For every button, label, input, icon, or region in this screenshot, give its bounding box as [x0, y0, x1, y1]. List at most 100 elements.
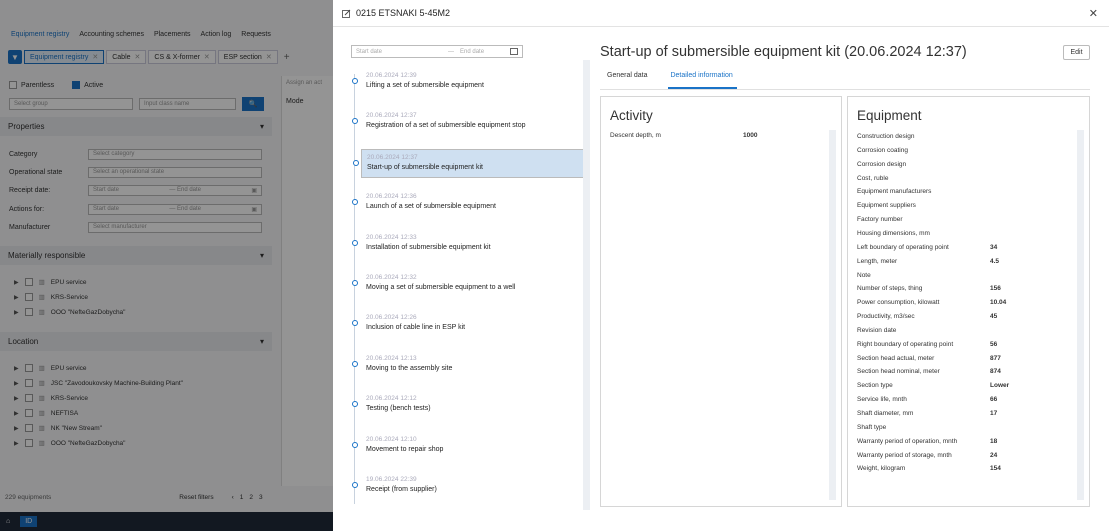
- equipment-label: Note: [857, 271, 871, 279]
- equipment-card: Equipment Construction design Corrosion c…: [847, 96, 1090, 507]
- equipment-row: Revision date: [857, 327, 896, 334]
- equipment-label: Section head nominal, meter: [857, 368, 940, 376]
- equipment-row: Shaft diameter, mm 17: [857, 410, 997, 417]
- close-icon[interactable]: ✕: [1089, 7, 1098, 20]
- calendar-icon[interactable]: [510, 48, 518, 55]
- equipment-row: Housing dimensions, mm: [857, 230, 930, 237]
- equipment-label: Section head actual, meter: [857, 354, 935, 362]
- event-name: Registration of a set of submersible equ…: [366, 122, 526, 130]
- event-name: Start-up of submersible equipment kit: [367, 163, 483, 171]
- equipment-row: Section head nominal, meter 874: [857, 368, 1001, 376]
- equipment-label: Power consumption, kilowatt: [857, 299, 940, 307]
- event-date: 20.06.2024 12:33: [366, 233, 417, 241]
- event-date: 20.06.2024 12:36: [366, 193, 417, 201]
- equipment-row: Left boundary of operating point 34: [857, 243, 997, 251]
- equipment-scrollbar[interactable]: [1077, 130, 1084, 500]
- timeline-dot: [352, 280, 358, 286]
- event-name: Moving to the assembly site: [366, 364, 453, 372]
- event-date: 20.06.2024 12:39: [366, 72, 417, 79]
- timeline-dot: [352, 360, 358, 367]
- equipment-label: Corrosion design: [857, 160, 907, 168]
- equipment-row: Equipment suppliers: [857, 202, 916, 209]
- event-name: Moving a set of submersible equipment to…: [366, 284, 516, 291]
- equipment-value: 877: [990, 354, 1001, 362]
- event-name: Launch of a set of submersible equipment: [366, 203, 496, 211]
- activity-row: Descent depth, m 1000: [610, 132, 757, 139]
- equipment-label: Service life, mnth: [857, 396, 907, 404]
- equipment-row: Weight, kilogram 154: [857, 465, 1001, 473]
- event-date: 20.06.2024 12:37: [367, 153, 418, 161]
- start-date-field[interactable]: Start date: [356, 49, 382, 55]
- timeline-scrollbar[interactable]: [583, 60, 590, 510]
- detail-tab[interactable]: General data: [607, 72, 647, 89]
- timeline-event[interactable]: 20.06.2024 12:37 Start-up of submersible …: [353, 148, 585, 178]
- event-name: Installation of submersible equipment ki…: [366, 243, 491, 251]
- equipment-value: 45: [990, 313, 998, 321]
- equipment-value: Lower: [990, 382, 1010, 390]
- equipment-label: Weight, kilogram: [857, 465, 906, 473]
- detail-tabs: General data Detailed information: [607, 72, 737, 89]
- timeline-event[interactable]: 20.06.2024 12:37 Registration of a set of…: [350, 108, 585, 137]
- equipment-label: Equipment suppliers: [857, 202, 916, 210]
- equipment-label: Equipment manufacturers: [857, 188, 932, 196]
- timeline-event[interactable]: 20.06.2024 12:32 Moving a set of submersi…: [350, 270, 585, 299]
- equipment-label: Warranty period of storage, mnth: [857, 451, 952, 459]
- timeline-dot: [352, 320, 358, 327]
- event-date: 20.06.2024 12:26: [366, 314, 417, 322]
- activity-scrollbar[interactable]: [829, 130, 836, 500]
- equipment-label: Left boundary of operating point: [857, 243, 949, 251]
- equipment-history-modal: 0215 ETSNAKI 5-45M2 ✕ Start date — End d…: [333, 0, 1109, 531]
- equipment-label: Housing dimensions, mm: [857, 229, 930, 237]
- event-date: 20.06.2024 12:32: [366, 274, 417, 281]
- event-name: Lifting a set of submersible equipment: [366, 82, 484, 89]
- timeline-event[interactable]: 20.06.2024 12:26 Inclusion of cable line …: [350, 310, 585, 339]
- timeline-event[interactable]: 20.06.2024 12:36 Launch of a set of subme…: [350, 189, 585, 218]
- timeline-dot: [352, 441, 358, 448]
- equipment-label: Revision date: [857, 326, 897, 334]
- equipment-value: 156: [990, 285, 1001, 293]
- event-name: Receipt (from supplier): [366, 486, 437, 493]
- equipment-row: Note: [857, 272, 871, 279]
- event-date: 19.06.2024 22:39: [366, 476, 417, 483]
- timeline-event[interactable]: 19.06.2024 22:39 Receipt (from supplier): [350, 472, 585, 501]
- equipment-title: Equipment: [857, 108, 922, 123]
- timeline-event[interactable]: 20.06.2024 12:39 Lifting a set of submers…: [350, 68, 585, 97]
- timeline-dot: [352, 239, 358, 246]
- equipment-label: Factory number: [857, 216, 903, 224]
- equipment-value: 4.5: [990, 257, 1000, 265]
- timeline-event[interactable]: 20.06.2024 12:13 Moving to the assembly s…: [350, 351, 585, 380]
- event-date: 20.06.2024 12:13: [366, 354, 417, 362]
- equipment-row: Construction design: [857, 133, 914, 140]
- tab-divider: [600, 89, 1090, 90]
- equipment-value: 154: [990, 465, 1001, 473]
- timeline-event[interactable]: 20.06.2024 12:12 Testing (bench tests): [350, 391, 585, 420]
- activity-label: Descent depth, m: [610, 132, 661, 139]
- edit-button[interactable]: Edit: [1063, 45, 1090, 60]
- timeline-dot: [352, 482, 358, 488]
- detail-tab[interactable]: Detailed information: [668, 72, 737, 89]
- equipment-value: 34: [990, 243, 998, 251]
- timeline-event[interactable]: 20.06.2024 12:33 Installation of submersi…: [350, 230, 585, 259]
- activity-card: Activity Descent depth, m 1000: [600, 96, 842, 507]
- equipment-label: Right boundary of operating point: [857, 340, 954, 348]
- timeline-dot: [352, 78, 358, 84]
- equipment-row: Length, meter 4.5: [857, 258, 999, 265]
- activity-title: Activity: [610, 108, 653, 123]
- equipment-row: Corrosion coating: [857, 147, 908, 154]
- range-dash: —: [448, 48, 455, 55]
- equipment-label: Warranty period of operation, mnth: [857, 437, 958, 445]
- date-range-filter[interactable]: Start date — End date: [351, 45, 523, 58]
- equipment-row: Factory number: [857, 216, 903, 223]
- equipment-row: Corrosion design: [857, 161, 906, 168]
- equipment-row: Section type Lower: [857, 382, 1009, 389]
- timeline-event[interactable]: 20.06.2024 12:10 Movement to repair shop: [350, 432, 585, 461]
- modal-header: 0215 ETSNAKI 5-45M2 ✕: [333, 0, 1109, 27]
- equipment-value: 874: [990, 368, 1001, 376]
- end-date-field[interactable]: End date: [460, 49, 484, 55]
- equipment-label: Productivity, m3/sec: [857, 313, 915, 321]
- modal-backdrop[interactable]: [0, 0, 333, 531]
- equipment-value: 24: [990, 451, 998, 459]
- edit-icon: [342, 9, 351, 18]
- equipment-label: Corrosion coating: [857, 146, 908, 154]
- equipment-row: Shaft type: [857, 424, 886, 431]
